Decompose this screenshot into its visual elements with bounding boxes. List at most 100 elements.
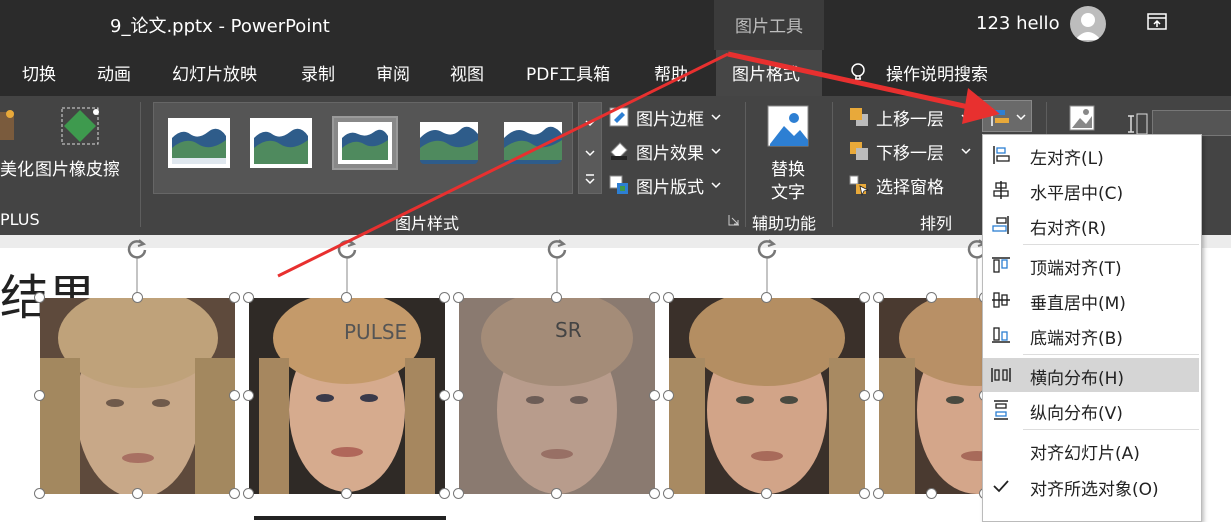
resize-handle[interactable] — [663, 488, 674, 499]
resize-handle[interactable] — [453, 488, 464, 499]
user-name[interactable]: 123 hello — [976, 13, 1060, 34]
resize-handle[interactable] — [663, 390, 674, 401]
align-button[interactable] — [982, 100, 1032, 132]
resize-handle[interactable] — [551, 292, 562, 303]
resize-handle[interactable] — [859, 292, 870, 303]
style-thumbnail[interactable] — [418, 118, 480, 168]
face-image-2[interactable]: PULSE — [249, 298, 445, 494]
picture-eraser-button[interactable]: 图片橡皮擦 — [35, 155, 120, 180]
tab-pdf-toolbox[interactable]: PDF工具箱 — [526, 60, 610, 85]
rotate-handle-icon[interactable] — [544, 235, 570, 261]
resize-handle[interactable] — [873, 390, 884, 401]
selection-pane-icon — [849, 175, 870, 196]
resize-handle[interactable] — [649, 390, 660, 401]
menu-item-distribute-horizontal[interactable]: 横向分布(H) — [983, 358, 1199, 392]
resize-handle[interactable] — [229, 390, 240, 401]
menu-item-distribute-vertical[interactable]: 纵向分布(V) — [983, 393, 1199, 427]
alt-text-line2[interactable]: 文字 — [771, 178, 805, 203]
resize-handle[interactable] — [34, 390, 45, 401]
lightbulb-icon — [851, 63, 865, 80]
alt-text-icon[interactable] — [766, 104, 810, 148]
style-thumbnail[interactable] — [250, 118, 312, 168]
menu-item-align-top[interactable]: 顶端对齐(T) — [983, 248, 1199, 282]
menu-item-label: 水平居中(C) — [1030, 184, 1124, 204]
resize-handle[interactable] — [34, 292, 45, 303]
resize-handle[interactable] — [131, 488, 143, 499]
style-thumbnail[interactable] — [168, 118, 230, 168]
menu-item-align-middle[interactable]: 垂直居中(M) — [983, 283, 1199, 317]
resize-handle[interactable] — [926, 488, 937, 499]
gallery-scroll[interactable] — [578, 102, 602, 194]
resize-handle[interactable] — [663, 292, 674, 303]
resize-handle[interactable] — [453, 292, 464, 303]
bring-forward-button[interactable]: 上移一层 — [876, 105, 944, 130]
resize-handle[interactable] — [859, 488, 870, 499]
face-image-3[interactable]: SR — [459, 298, 655, 494]
resize-handle[interactable] — [229, 292, 240, 303]
picture-layout-button[interactable]: 图片版式 — [636, 173, 704, 198]
tab-transitions[interactable]: 切换 — [22, 60, 56, 85]
menu-item-align-selected-objects[interactable]: 对齐所选对象(O) — [983, 469, 1199, 503]
alt-text-line1[interactable]: 替换 — [771, 155, 805, 180]
tab-animations[interactable]: 动画 — [97, 60, 131, 85]
menu-item-align-bottom[interactable]: 底端对齐(B) — [983, 318, 1199, 352]
resize-handle[interactable] — [131, 292, 143, 303]
resize-handle[interactable] — [873, 488, 884, 499]
arrange-group-label: 排列 — [920, 214, 953, 233]
rotate-handle-icon[interactable] — [124, 235, 150, 261]
resize-handle[interactable] — [873, 292, 884, 303]
tab-record[interactable]: 录制 — [301, 60, 335, 85]
tab-help[interactable]: 帮助 — [654, 60, 688, 85]
resize-handle[interactable] — [439, 390, 450, 401]
dialog-launcher-icon[interactable] — [728, 214, 740, 226]
menu-item-align-to-slide[interactable]: 对齐幻灯片(A) — [983, 433, 1199, 467]
menu-item-label: 左对齐(L) — [1030, 149, 1104, 169]
search-label[interactable]: 操作说明搜索 — [886, 60, 988, 85]
resize-handle[interactable] — [453, 390, 464, 401]
height-input[interactable] — [1152, 110, 1231, 136]
selection-pane-button[interactable]: 选择窗格 — [876, 173, 944, 198]
menu-item-align-left[interactable]: 左对齐(L) — [983, 138, 1199, 172]
ribbon-display-options-button[interactable] — [1145, 10, 1169, 34]
resize-handle[interactable] — [551, 488, 562, 499]
slide-image-partial — [254, 516, 446, 520]
picture-eraser-icon[interactable] — [58, 104, 102, 148]
resize-handle[interactable] — [859, 390, 870, 401]
resize-handle[interactable] — [761, 488, 772, 499]
menu-item-align-right[interactable]: 右对齐(R) — [983, 208, 1199, 242]
tab-review[interactable]: 审阅 — [376, 60, 410, 85]
menu-item-align-center[interactable]: 水平居中(C) — [983, 173, 1199, 207]
resize-handle[interactable] — [649, 488, 660, 499]
tab-picture-format[interactable]: 图片格式 — [732, 60, 800, 85]
image-label-pulse: PULSE — [344, 320, 408, 344]
resize-handle[interactable] — [341, 488, 352, 499]
resize-handle[interactable] — [439, 488, 450, 499]
picture-effects-button[interactable]: 图片效果 — [636, 139, 704, 164]
style-thumbnail[interactable] — [502, 118, 564, 168]
resize-handle[interactable] — [649, 292, 660, 303]
face-image-4[interactable] — [669, 298, 865, 494]
send-backward-button[interactable]: 下移一层 — [876, 139, 944, 164]
resize-handle[interactable] — [243, 292, 254, 303]
resize-handle[interactable] — [34, 488, 45, 499]
resize-handle[interactable] — [229, 488, 240, 499]
rotate-handle-icon[interactable] — [754, 235, 780, 261]
picture-border-button[interactable]: 图片边框 — [636, 105, 704, 130]
avatar[interactable] — [1070, 6, 1106, 42]
style-thumbnail-selected[interactable] — [332, 116, 398, 170]
menu-item-label: 对齐所选对象(O) — [1030, 480, 1159, 500]
face-image-1[interactable] — [40, 298, 235, 494]
resize-handle[interactable] — [341, 292, 352, 303]
beautify-button[interactable]: 美化 — [0, 155, 34, 180]
tab-view[interactable]: 视图 — [450, 60, 484, 85]
resize-handle[interactable] — [926, 292, 937, 303]
resize-handle[interactable] — [761, 292, 772, 303]
rotate-handle-icon[interactable] — [334, 235, 360, 261]
resize-handle[interactable] — [243, 390, 254, 401]
resize-handle[interactable] — [243, 488, 254, 499]
face-image-5[interactable] — [879, 298, 982, 494]
resize-handle[interactable] — [439, 292, 450, 303]
crop-icon[interactable] — [1068, 104, 1096, 132]
tab-slideshow[interactable]: 幻灯片放映 — [172, 60, 257, 85]
search-icon[interactable] — [846, 60, 870, 84]
